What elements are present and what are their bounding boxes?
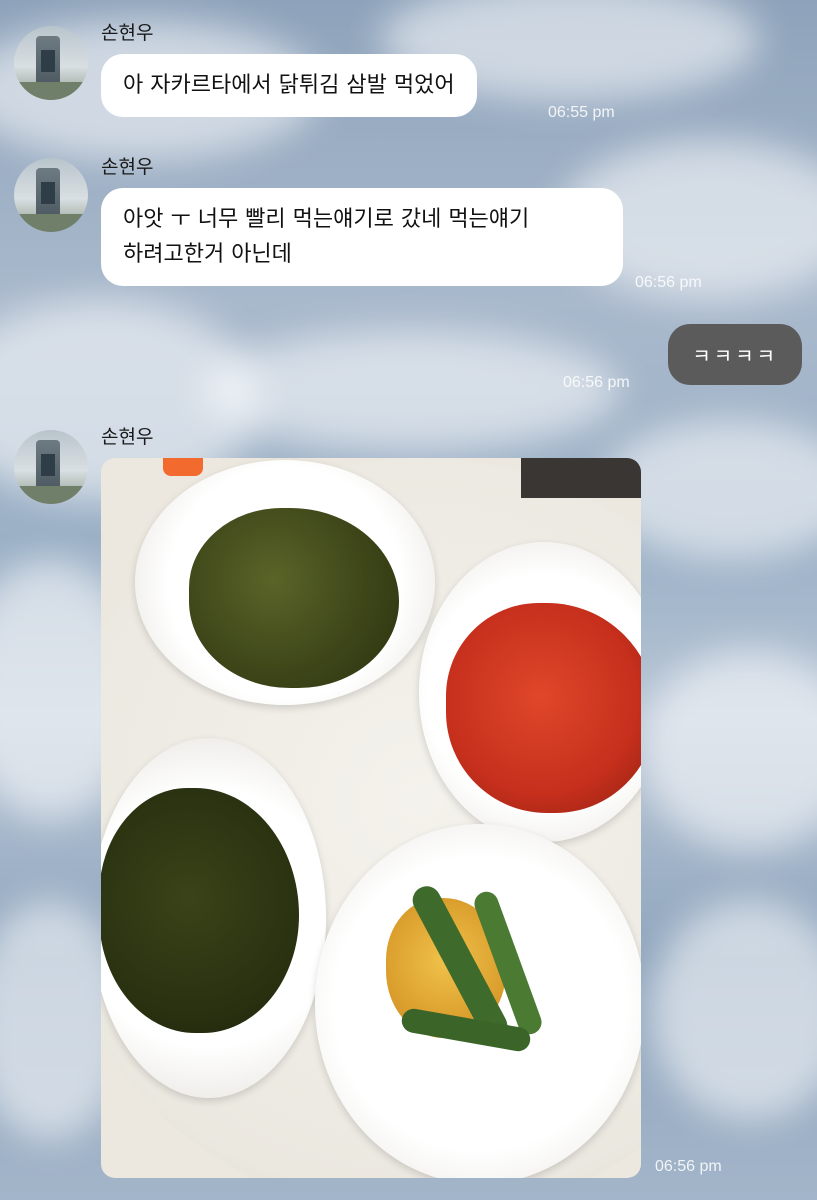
sender-name: 손현우 [101, 156, 154, 178]
message-bubble[interactable]: 아앗 ㅜ 너무 빨리 먹는얘기로 갔네 먹는얘기 하려고한거 아닌데 [101, 188, 623, 287]
avatar[interactable] [14, 430, 88, 504]
food-photo[interactable] [101, 458, 641, 1178]
avatar[interactable] [14, 26, 88, 100]
message-text: ㅋㅋㅋㅋ [692, 344, 778, 368]
message-time: 06:55 pm [548, 104, 615, 121]
message-bubble[interactable]: 아 자카르타에서 닭튀김 삼발 먹었어 [101, 54, 477, 118]
message-text-line: 아앗 ㅜ 너무 빨리 먹는얘기로 갔네 먹는얘기 [123, 207, 530, 232]
avatar[interactable] [14, 158, 88, 232]
message-text: 아 자카르타에서 닭튀김 삼발 먹었어 [123, 73, 455, 98]
message-time: 06:56 pm [563, 374, 630, 391]
message-text-line: 하려고한거 아닌데 [123, 242, 292, 268]
my-message-bubble[interactable]: ㅋㅋㅋㅋ [668, 324, 802, 385]
message-time: 06:56 pm [635, 274, 702, 291]
sender-name: 손현우 [101, 22, 154, 44]
message-time: 06:56 pm [655, 1158, 722, 1175]
sender-name: 손현우 [101, 426, 154, 448]
